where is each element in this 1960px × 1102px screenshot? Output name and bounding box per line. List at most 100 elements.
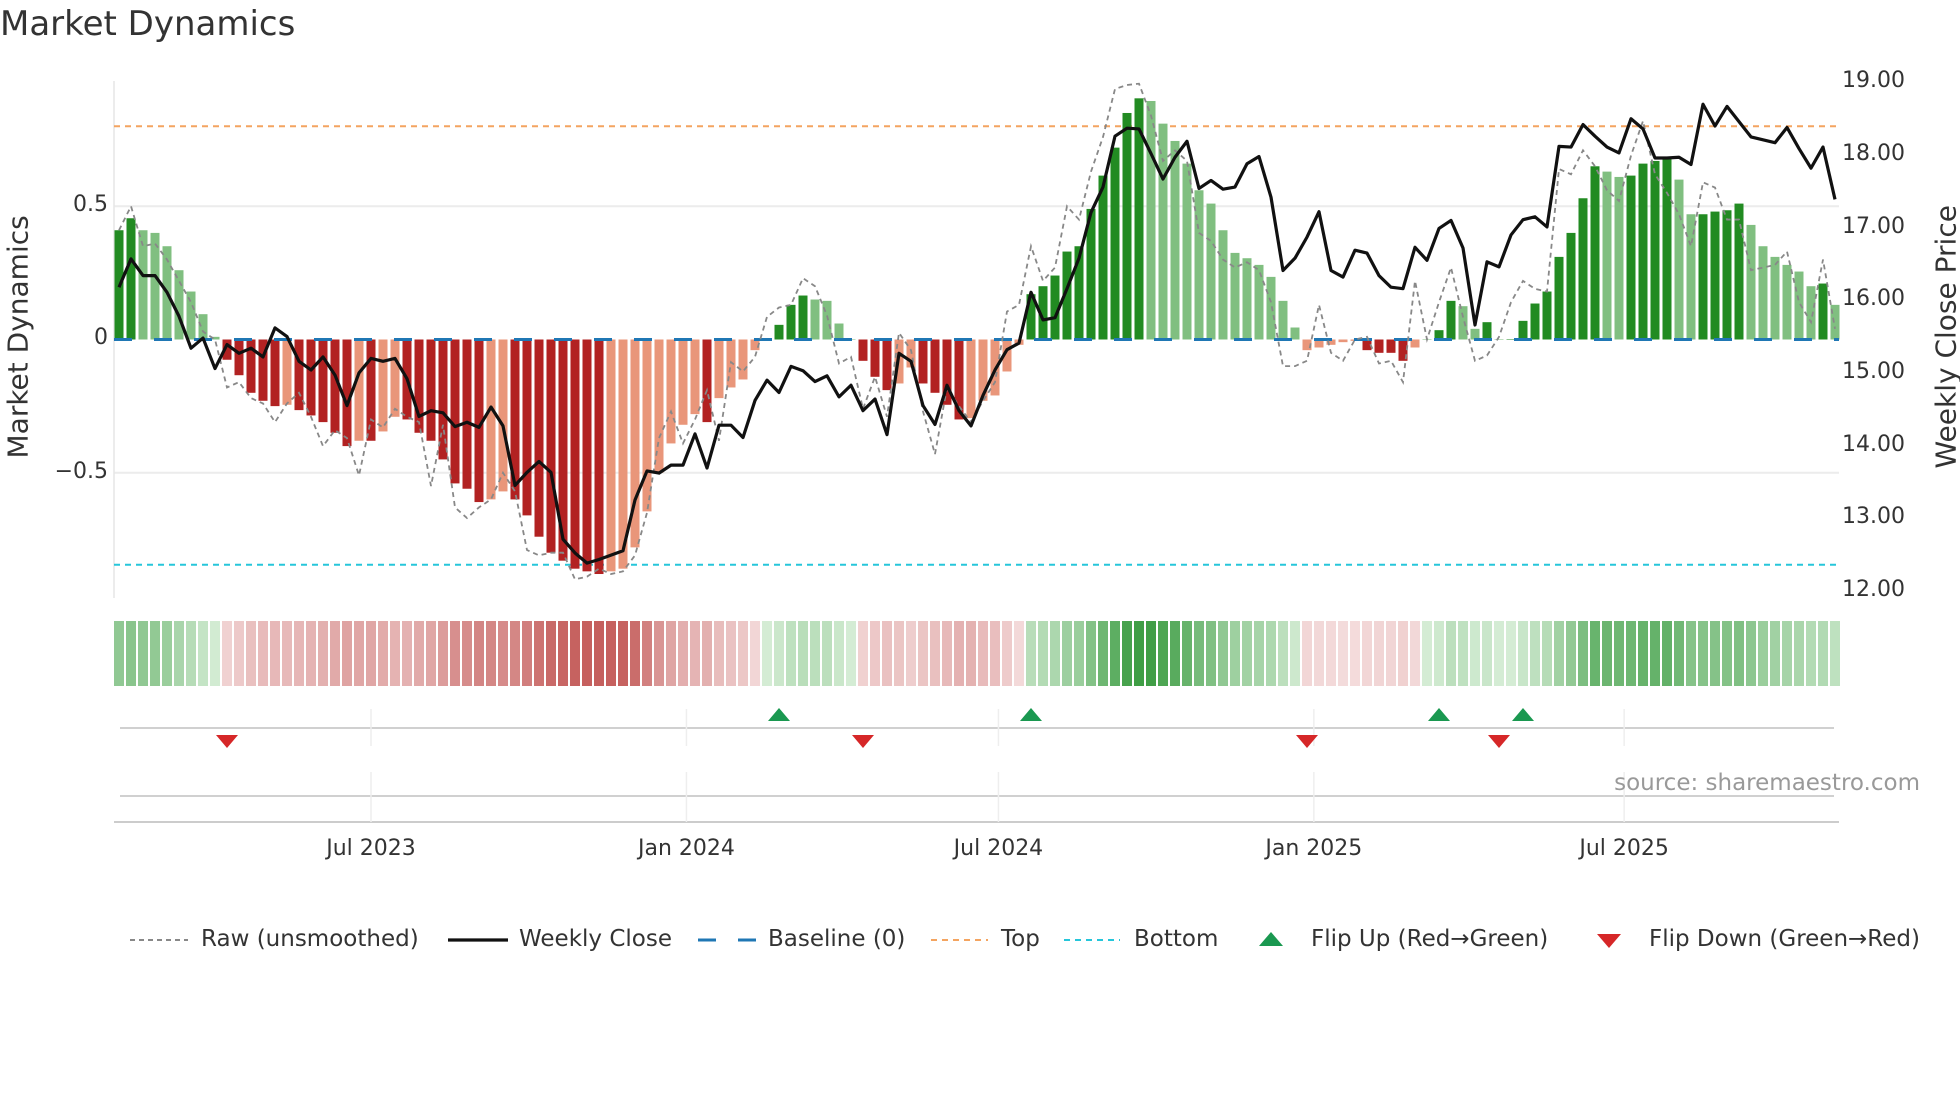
heat-strip-cell	[1266, 621, 1276, 686]
heat-strip-cell	[1542, 621, 1552, 686]
momentum-bar	[870, 339, 880, 377]
heat-strip-cell	[1386, 621, 1396, 686]
momentum-bar	[1338, 339, 1348, 343]
heat-strip-cell	[906, 621, 916, 686]
heat-strip-cell	[1086, 621, 1096, 686]
momentum-bar	[1710, 211, 1720, 340]
heat-strip-cell	[1434, 621, 1444, 686]
momentum-bar	[390, 339, 400, 417]
momentum-bar	[882, 339, 892, 391]
heat-strip-cell	[1830, 621, 1840, 686]
heat-strip-cell	[1182, 621, 1192, 686]
momentum-bar	[1146, 100, 1156, 340]
momentum-bar	[1206, 203, 1216, 340]
momentum-bar	[798, 295, 808, 340]
momentum-bar	[1530, 303, 1540, 340]
momentum-bar	[1098, 175, 1108, 340]
heat-strip-cell	[1398, 621, 1408, 686]
heat-strip-cell	[1470, 621, 1480, 686]
heat-strip-cell	[174, 621, 184, 686]
momentum-bar	[1446, 300, 1456, 340]
momentum-bar	[1806, 286, 1816, 340]
flip-down-marker	[1296, 735, 1318, 748]
legend-flip-up-label: Flip Up (Red→Green)	[1311, 926, 1549, 952]
heat-strip-cell	[978, 621, 988, 686]
heat-strip-cell	[834, 621, 844, 686]
momentum-bar	[714, 339, 724, 399]
heat-strip-cell	[1494, 621, 1504, 686]
legend-flip-up-icon	[1259, 932, 1283, 946]
heat-strip-cell	[1446, 621, 1456, 686]
heat-strip-cell	[1578, 621, 1588, 686]
momentum-bar	[198, 314, 208, 340]
momentum-bar	[1182, 163, 1192, 340]
momentum-bar	[1662, 158, 1672, 340]
heat-strip-cell	[150, 621, 160, 686]
heat-strip-cell	[1362, 621, 1372, 686]
heat-strip-cell	[1050, 621, 1060, 686]
heat-strip-cell	[1662, 621, 1672, 686]
heat-strip-cell	[726, 621, 736, 686]
right-tick-label: 17.00	[1842, 213, 1905, 239]
heat-strip-cell	[1110, 621, 1120, 686]
heat-strip-cell	[1350, 621, 1360, 686]
momentum-bar	[354, 339, 364, 441]
heat-strip-cell	[1326, 621, 1336, 686]
heat-strip-cell	[270, 621, 280, 686]
heat-strip-cell	[1062, 621, 1072, 686]
heat-strip-cell	[1770, 621, 1780, 686]
heat-strip-cell	[990, 621, 1000, 686]
momentum-bar	[1566, 232, 1576, 340]
momentum-bar	[606, 339, 616, 572]
momentum-bar	[1758, 246, 1768, 340]
heat-strip-cell	[1590, 621, 1600, 686]
heat-strip-cell	[1698, 621, 1708, 686]
flip-down-marker	[852, 735, 874, 748]
momentum-bar	[306, 339, 316, 416]
heat-strip-cell	[534, 621, 544, 686]
heat-strip-cell	[1038, 621, 1048, 686]
flip-up-marker	[1428, 708, 1450, 721]
heat-strip-cell	[570, 621, 580, 686]
momentum-bar	[1794, 271, 1804, 340]
heat-strip-cell	[762, 621, 772, 686]
heat-strip-cell	[1278, 621, 1288, 686]
momentum-bar	[1218, 230, 1228, 340]
momentum-bar	[282, 339, 292, 405]
x-tick-label: Jan 2025	[1265, 836, 1363, 861]
heat-strip-cell	[390, 621, 400, 686]
momentum-bar	[546, 339, 556, 553]
heat-strip-cell	[1602, 621, 1612, 686]
heat-strip-cell	[402, 621, 412, 686]
heat-strip-cell	[522, 621, 532, 686]
heat-strip-cell	[294, 621, 304, 686]
heat-strip-cell	[462, 621, 472, 686]
momentum-bar	[774, 324, 784, 340]
heat-strip-cell	[246, 621, 256, 686]
momentum-bar	[1626, 175, 1636, 340]
momentum-bar	[966, 339, 976, 419]
heat-strip-cell	[1650, 621, 1660, 686]
heat-strip-cell	[330, 621, 340, 686]
heat-strip-cell	[798, 621, 808, 686]
momentum-bar	[1122, 112, 1132, 340]
heat-strip-cell	[1458, 621, 1468, 686]
momentum-bar	[450, 339, 460, 484]
chart-title: Market Dynamics	[0, 4, 296, 44]
momentum-bar	[366, 339, 376, 441]
raw-line	[118, 82, 1836, 581]
momentum-bar	[1494, 339, 1504, 340]
heat-strip-cell	[882, 621, 892, 686]
momentum-bar	[930, 339, 940, 393]
heat-strip-cell	[282, 621, 292, 686]
momentum-bar	[378, 339, 388, 432]
momentum-bar	[426, 339, 436, 441]
heat-strip-cell	[1758, 621, 1768, 686]
right-axis-label: Weekly Close Price	[1929, 205, 1960, 469]
heat-strip-cell	[510, 621, 520, 686]
heat-strip-cell	[690, 621, 700, 686]
momentum-bar	[1782, 264, 1792, 340]
right-tick-label: 19.00	[1842, 68, 1905, 94]
heat-strip-cell	[1638, 621, 1648, 686]
momentum-bar	[858, 339, 868, 361]
